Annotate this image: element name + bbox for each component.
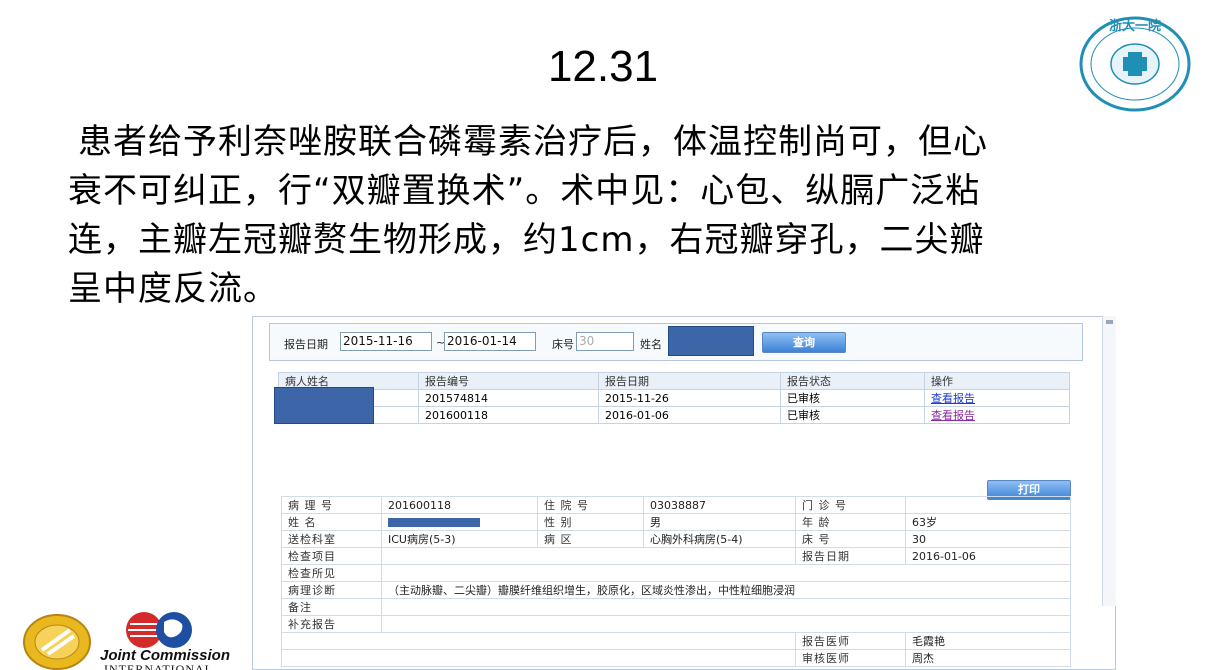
- item-value: [381, 547, 796, 565]
- report-status-cell: 已审核: [780, 389, 925, 407]
- age-value: 63岁: [905, 513, 1071, 531]
- name-input-redacted[interactable]: [668, 326, 754, 356]
- inpatient-no-value: 03038887: [643, 496, 796, 514]
- seal-lettering: 浙大一院: [1109, 18, 1161, 34]
- field-label: 年 龄: [795, 513, 906, 531]
- view-report-link[interactable]: 查看报告: [924, 406, 1070, 424]
- report-row: 病理诊断 （主动脉瓣、二尖瓣）瓣膜纤维组织增生，胶原化，区域炎性渗出，中性粒细胞…: [281, 581, 1071, 599]
- report-row: 补充报告: [281, 615, 1071, 633]
- scrollbar-thumb[interactable]: [1106, 320, 1113, 324]
- report-row: 报告医师 毛霞艳: [281, 632, 1071, 650]
- field-label: 报告医师: [795, 632, 906, 650]
- report-status-cell: 已审核: [780, 406, 925, 424]
- findings-value: [381, 564, 1071, 582]
- outpatient-no-value: [905, 496, 1071, 514]
- report-row: 病 理 号 201600118 住 院 号 03038887 门 诊 号: [281, 496, 1071, 514]
- report-row: 送检科室 ICU病房(5-3) 病 区 心胸外科病房(5-4) 床 号 30: [281, 530, 1071, 548]
- report-list-table: 病人姓名 报告编号 报告日期 报告状态 操作 201574814 2015-11…: [278, 372, 1070, 424]
- date-from-input[interactable]: 2015-11-16: [340, 332, 432, 351]
- report-row: 备注: [281, 598, 1071, 616]
- report-row: 姓 名 性 别 男 年 龄 63岁: [281, 513, 1071, 531]
- field-label: 检查项目: [281, 547, 382, 565]
- dept-value: ICU病房(5-3): [381, 530, 538, 548]
- view-report-link[interactable]: 查看报告: [924, 389, 1070, 407]
- field-label: 性 别: [537, 513, 644, 531]
- col-header: 操作: [924, 372, 1070, 390]
- report-date-value: 2016-01-06: [905, 547, 1071, 565]
- window-scrollbar[interactable]: [1102, 316, 1116, 606]
- field-label: 门 诊 号: [795, 496, 906, 514]
- query-button[interactable]: 查询: [762, 332, 846, 353]
- pathology-report-table: 病 理 号 201600118 住 院 号 03038887 门 诊 号 姓 名…: [281, 496, 1071, 667]
- report-system-window: 报告日期 2015-11-16 ~ 2016-01-14 床号 30 姓名 查询…: [252, 316, 1116, 670]
- field-label: 报告日期: [795, 547, 906, 565]
- gender-value: 男: [643, 513, 796, 531]
- bed-label: 床号: [552, 338, 574, 351]
- field-label: 审核医师: [795, 649, 906, 667]
- col-header: 报告日期: [598, 372, 781, 390]
- remark-value: [381, 598, 1071, 616]
- report-row: 检查项目 报告日期 2016-01-06: [281, 547, 1071, 565]
- reviewer-value: 周杰: [905, 649, 1071, 667]
- report-date-cell: 2016-01-06: [598, 406, 781, 424]
- table-row[interactable]: 201600118 2016-01-06 已审核 查看报告: [278, 406, 1070, 424]
- search-panel: 报告日期 2015-11-16 ~ 2016-01-14 床号 30 姓名 查询: [269, 323, 1083, 361]
- patient-name-redacted: [274, 387, 374, 424]
- slide-body-text: 患者给予利奈唑胺联合磷霉素治疗后，体温控制尚可，但心 衰不可纠正，行“双瓣置换术…: [68, 118, 1128, 314]
- field-label: 姓 名: [281, 513, 382, 531]
- spacer-cell: [281, 649, 796, 667]
- name-redaction: [388, 518, 480, 527]
- report-id-cell: 201600118: [418, 406, 599, 424]
- report-date-cell: 2015-11-26: [598, 389, 781, 407]
- supplement-value: [381, 615, 1071, 633]
- report-row: 审核医师 周杰: [281, 649, 1071, 667]
- field-label: 补充报告: [281, 615, 382, 633]
- slide-title: 12.31: [547, 42, 659, 91]
- field-label: 备注: [281, 598, 382, 616]
- report-id-cell: 201574814: [418, 389, 599, 407]
- patient-name-value: [381, 513, 538, 531]
- col-header: 报告状态: [780, 372, 925, 390]
- body-line: 患者给予利奈唑胺联合磷霉素治疗后，体温控制尚可，但心: [78, 122, 988, 162]
- doctor-value: 毛霞艳: [905, 632, 1071, 650]
- date-to-input[interactable]: 2016-01-14: [444, 332, 536, 351]
- hospital-seal-logo: 浙大一院: [1079, 16, 1191, 112]
- field-label: 住 院 号: [537, 496, 644, 514]
- body-line: 衰不可纠正，行“双瓣置换术”。术中见：心包、纵膈广泛粘: [68, 171, 981, 211]
- field-label: 检查所见: [281, 564, 382, 582]
- spacer-cell: [281, 632, 796, 650]
- table-header-row: 病人姓名 报告编号 报告日期 报告状态 操作: [278, 372, 1070, 390]
- name-label: 姓名: [640, 338, 662, 351]
- body-line: 呈中度反流。: [68, 269, 278, 309]
- col-header: 报告编号: [418, 372, 599, 390]
- jci-gold-seal-logo: [23, 614, 91, 670]
- table-row[interactable]: 201574814 2015-11-26 已审核 查看报告: [278, 389, 1070, 407]
- bed-input[interactable]: 30: [576, 332, 634, 351]
- field-label: 病理诊断: [281, 581, 382, 599]
- field-label: 送检科室: [281, 530, 382, 548]
- jci-globe-logo: [126, 612, 192, 648]
- field-label: 病 区: [537, 530, 644, 548]
- report-row: 检查所见: [281, 564, 1071, 582]
- field-label: 床 号: [795, 530, 906, 548]
- field-label: 病 理 号: [281, 496, 382, 514]
- report-date-label: 报告日期: [284, 338, 328, 351]
- pathology-no-value: 201600118: [381, 496, 538, 514]
- bed-value: 30: [905, 530, 1071, 548]
- body-line: 连，主瓣左冠瓣赘生物形成，约1cm，右冠瓣穿孔，二尖瓣: [68, 220, 985, 260]
- ward-value: 心胸外科病房(5-4): [643, 530, 796, 548]
- diagnosis-value: （主动脉瓣、二尖瓣）瓣膜纤维组织增生，胶原化，区域炎性渗出，中性粒细胞浸润: [381, 581, 1071, 599]
- jci-logo-subtext: INTERNATIONAL: [104, 662, 213, 670]
